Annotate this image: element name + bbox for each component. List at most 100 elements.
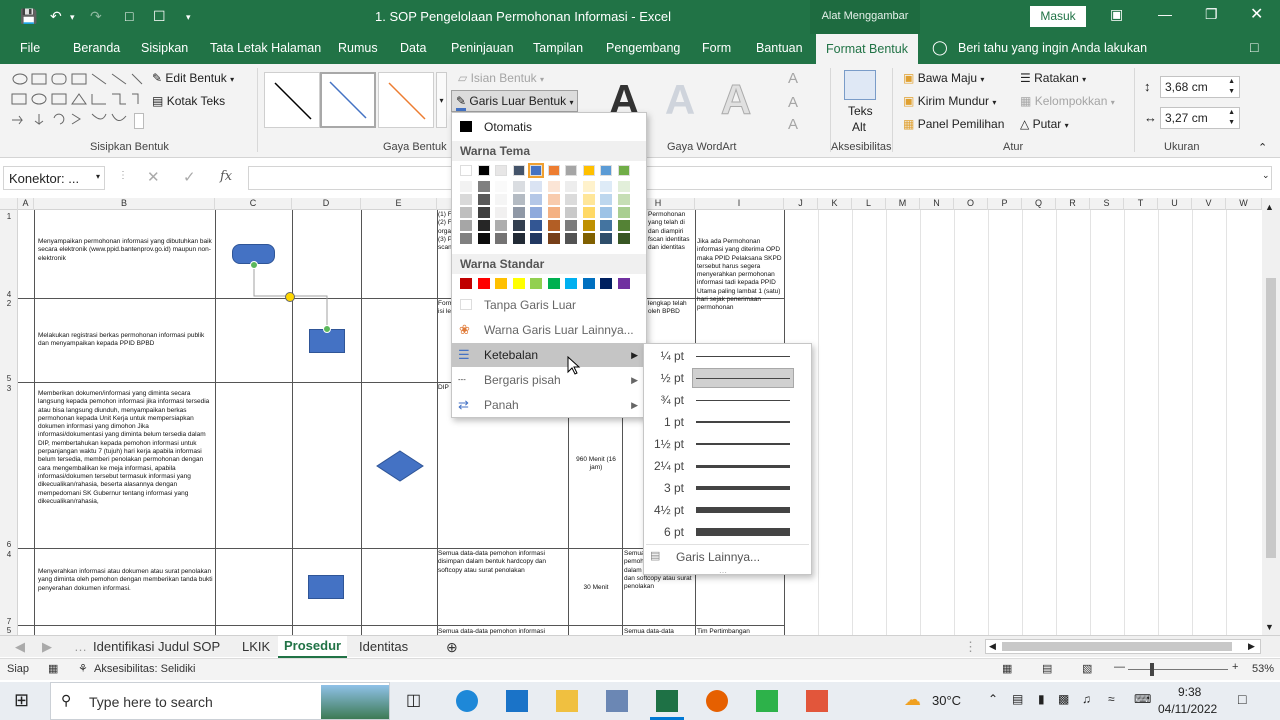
selection-pane-button[interactable]: ▦ Panel Pemilihan [903,117,1004,131]
tray-chevron-icon[interactable]: ⌃ [988,692,998,706]
scroll-left-icon[interactable]: ◀ [989,641,996,652]
wordart-style-2[interactable]: A [658,76,702,126]
table-cell[interactable]: Jika ada Permohonan informasi yang diter… [697,238,783,342]
theme-shade-swatch[interactable] [512,233,525,244]
new-file-icon[interactable]: □ [125,8,133,24]
row-header[interactable]: 6 [0,540,18,549]
theme-shade-swatch[interactable] [600,220,612,231]
zoom-level[interactable]: 53% [1252,663,1274,675]
col-header[interactable]: N [920,198,954,210]
connector-end-handle[interactable] [323,325,331,333]
undo-icon[interactable]: ↶ [50,8,62,25]
theme-shade-swatch[interactable] [547,181,560,192]
bring-forward-button[interactable]: ▣ Bawa Maju ▾ [903,71,984,85]
excel-icon[interactable] [656,690,678,712]
table-cell[interactable]: Permohonan yang telah di dan diampiri fs… [648,211,694,271]
scroll-up-icon[interactable]: ▲ [1265,202,1274,212]
col-header[interactable]: U [1158,198,1192,210]
process-shape[interactable] [308,575,344,599]
row-header[interactable]: 4 [0,290,18,299]
tab-insert[interactable]: Sisipkan [141,41,188,55]
more-lines-option[interactable]: ▤ Garis Lainnya... [644,546,811,568]
table-cell[interactable]: Tim Pertimbangan [697,628,783,635]
tab-home[interactable]: Beranda [73,41,120,55]
recorder-icon[interactable] [806,690,828,712]
tab-split-icon[interactable]: ⋮ [964,639,977,655]
theme-color-swatch[interactable] [460,165,472,176]
theme-shade-swatch[interactable] [600,207,612,218]
language-icon[interactable]: ⌨ [1134,692,1151,706]
theme-color-swatch[interactable] [565,165,577,176]
theme-shade-swatch[interactable] [582,233,595,244]
sheet-tab-active[interactable]: Prosedur [278,636,348,658]
theme-shade-swatch[interactable] [477,220,490,231]
theme-shade-swatch[interactable] [477,207,490,218]
table-cell[interactable]: lengkap telah oleh BPBD [648,300,694,320]
notifications-icon[interactable]: □ [1238,691,1246,707]
col-header[interactable]: S [1090,198,1124,210]
collapse-ribbon-icon[interactable]: ⌃ [1258,141,1267,154]
theme-shade-swatch[interactable] [617,194,630,205]
taskbar-search-input[interactable]: ⚲ Type here to search [50,682,390,720]
volume-icon[interactable]: ♫ [1082,692,1091,706]
col-header[interactable]: J [784,198,818,210]
minimize-icon[interactable]: — [1158,6,1172,22]
standard-color-swatch[interactable] [512,278,525,289]
edit-shape-button[interactable]: ✎ Edit Bentuk ▾ [152,71,234,85]
theme-shade-swatch[interactable] [530,220,542,231]
col-header[interactable]: M [886,198,920,210]
tab-shape-format[interactable]: Format Bentuk [816,34,918,64]
standard-color-swatch[interactable] [617,278,630,289]
clock-time[interactable]: 9:38 [1178,685,1201,699]
standard-color-swatch[interactable] [582,278,595,289]
theme-shade-swatch[interactable] [477,181,490,192]
theme-shade-swatch[interactable] [617,220,630,231]
row-header[interactable]: 7 [0,617,18,626]
theme-shade-swatch[interactable] [530,233,542,244]
theme-shade-swatch[interactable] [617,233,630,244]
col-header[interactable]: A [18,198,34,210]
col-header[interactable]: O [954,198,988,210]
tab-review[interactable]: Peninjauan [451,41,514,55]
theme-shade-swatch[interactable] [530,181,542,192]
zoom-in-icon[interactable]: + [1232,661,1238,673]
add-sheet-icon[interactable]: ⊕ [446,639,458,656]
standard-color-swatch[interactable] [600,278,612,289]
close-icon[interactable]: ✕ [1250,4,1263,24]
weight-option[interactable]: 2¼ pt [644,455,811,477]
comments-icon[interactable]: □ [1250,39,1258,55]
row-header[interactable]: 5 [0,374,18,383]
theme-shade-swatch[interactable] [477,194,490,205]
theme-shade-swatch[interactable] [617,207,630,218]
macro-record-icon[interactable]: ▦ [48,662,58,675]
theme-shade-swatch[interactable] [582,220,595,231]
tab-help[interactable]: Bantuan [756,41,803,55]
weight-option[interactable]: 4½ pt [644,499,811,521]
theme-shade-swatch[interactable] [547,220,560,231]
theme-shade-swatch[interactable] [582,207,595,218]
task-view-icon[interactable]: ◫ [406,690,428,712]
col-header[interactable]: K [818,198,852,210]
theme-shade-swatch[interactable] [565,220,577,231]
col-header[interactable]: E [361,198,437,210]
weather-icon[interactable]: ☁ [904,690,921,710]
theme-shade-swatch[interactable] [495,194,507,205]
table-cell[interactable]: Melakukan registrasi berkas permohonan i… [38,332,214,352]
name-box[interactable]: Konektor: ... ▾ [3,166,105,190]
theme-shade-swatch[interactable] [547,207,560,218]
theme-shade-swatch[interactable] [495,233,507,244]
theme-shade-swatch[interactable] [530,194,542,205]
table-cell[interactable]: (1) F (2) F orga (3) P scan [438,211,452,297]
theme-color-swatch[interactable] [528,163,544,178]
shape-style-black-line[interactable] [264,72,320,128]
col-header[interactable]: L [852,198,886,210]
col-header[interactable]: I [695,198,784,210]
firefox-icon[interactable] [706,690,728,712]
insert-function-button[interactable]: fx [220,169,232,184]
tab-form[interactable]: Form [702,41,731,55]
align-button[interactable]: ☰ Ratakan ▾ [1020,71,1086,85]
shape-width-input[interactable]: 3,27 cm ▲ ▼ [1160,107,1240,129]
alt-text-label-2[interactable]: Alt [852,120,866,134]
shape-style-orange-line[interactable] [378,72,434,128]
theme-shade-swatch[interactable] [512,181,525,192]
